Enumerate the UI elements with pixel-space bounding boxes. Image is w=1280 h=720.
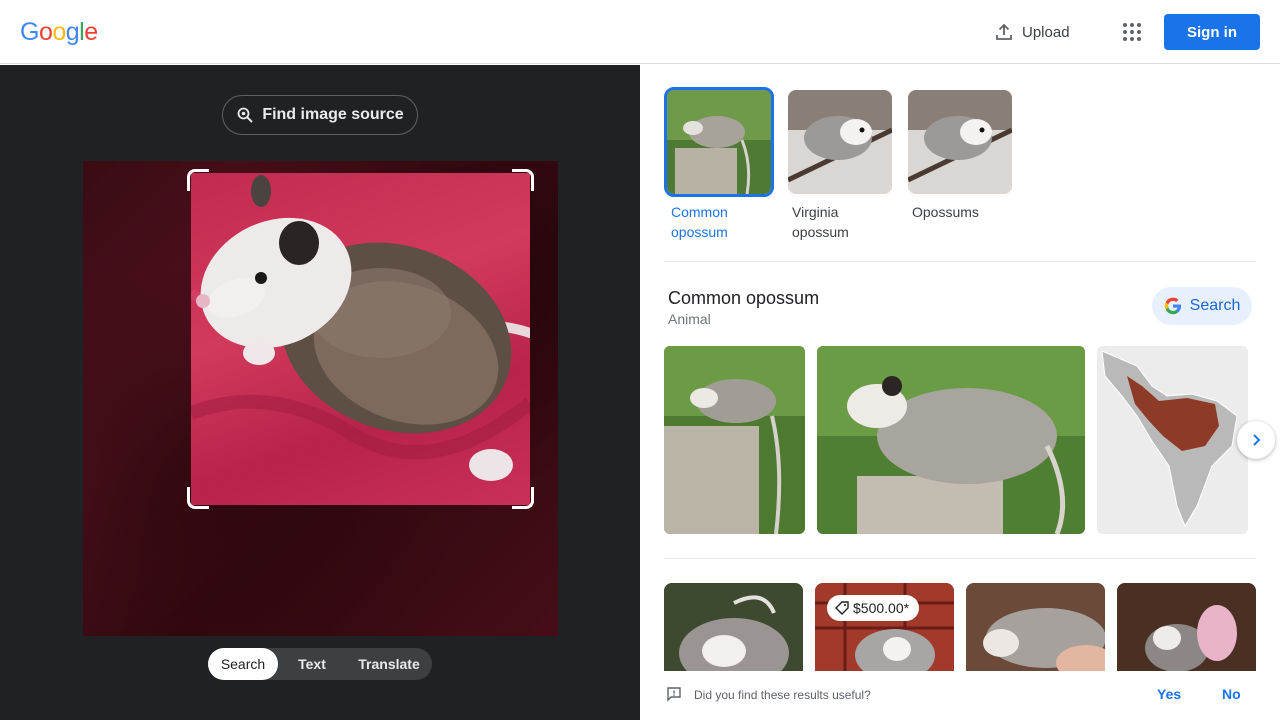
price-chip: $500.00* <box>827 595 920 621</box>
top-bar: Google Upload Sign in <box>0 0 1280 64</box>
mode-tabs: Search Text Translate <box>208 648 432 680</box>
tab-text[interactable]: Text <box>278 648 346 680</box>
section-divider <box>664 558 1256 559</box>
uploaded-image <box>83 161 558 636</box>
entity-label: Common opossum <box>671 204 728 240</box>
entity-label: Virginia opossum <box>792 204 849 240</box>
entity-label: Opossums <box>912 204 979 220</box>
feedback-bar: Did you find these results useful? Yes N… <box>640 671 1280 720</box>
upload-button[interactable]: Upload <box>986 14 1076 50</box>
tab-search[interactable]: Search <box>208 648 278 680</box>
chevron-right-icon <box>1253 434 1261 446</box>
gallery-image[interactable] <box>664 346 805 534</box>
logo-letter: g <box>65 18 80 46</box>
gallery-image[interactable] <box>817 346 1085 534</box>
sign-in-button[interactable]: Sign in <box>1164 14 1260 50</box>
google-logo[interactable]: Google <box>20 18 98 47</box>
entity-opossums[interactable]: Opossums <box>908 90 1018 222</box>
crop-selection[interactable] <box>191 173 530 505</box>
results-panel: Common opossum Virginia opossum Opossums… <box>640 65 1280 720</box>
entity-virginia-opossum[interactable]: Virginia opossum <box>788 90 898 242</box>
find-image-source-label: Find image source <box>262 106 404 123</box>
knowledge-search-button[interactable]: Search <box>1152 287 1252 325</box>
gallery-next-button[interactable] <box>1237 421 1275 459</box>
visual-match-card[interactable] <box>966 583 1105 671</box>
entity-thumbnail <box>788 90 892 194</box>
visual-match-card[interactable] <box>1117 583 1256 671</box>
opossum-photo <box>191 175 530 481</box>
entity-common-opossum[interactable]: Common opossum <box>664 87 777 242</box>
logo-letter: o <box>38 18 53 46</box>
feedback-no-button[interactable]: No <box>1222 686 1241 702</box>
logo-letter: G <box>20 18 39 46</box>
google-g-icon <box>1164 297 1181 315</box>
lens-search-icon <box>237 107 254 123</box>
feedback-yes-button[interactable]: Yes <box>1157 686 1181 702</box>
upload-label: Upload <box>1022 23 1070 41</box>
find-image-source-button[interactable]: Find image source <box>222 95 418 135</box>
visual-match-card[interactable] <box>664 583 803 671</box>
apps-grid-icon[interactable] <box>1116 16 1148 48</box>
knowledge-search-label: Search <box>1189 297 1241 314</box>
section-divider <box>664 261 1256 262</box>
range-map-image[interactable] <box>1097 346 1248 534</box>
knowledge-panel-title: Common opossum <box>668 288 820 308</box>
price-label: $500.00* <box>853 600 910 616</box>
entity-thumbnail <box>664 87 774 197</box>
visual-match-card[interactable]: $500.00* <box>815 583 954 671</box>
price-tag-icon <box>835 601 849 615</box>
entity-thumbnail <box>908 90 1012 194</box>
logo-letter: o <box>52 18 66 46</box>
image-preview-panel: Find image source Search Text Translate <box>0 65 640 720</box>
feedback-icon <box>667 687 681 702</box>
tab-translate[interactable]: Translate <box>346 648 432 680</box>
logo-letter: e <box>84 18 98 46</box>
upload-icon <box>996 23 1012 40</box>
knowledge-panel-subtitle: Animal <box>668 311 711 327</box>
feedback-question: Did you find these results useful? <box>694 688 871 702</box>
